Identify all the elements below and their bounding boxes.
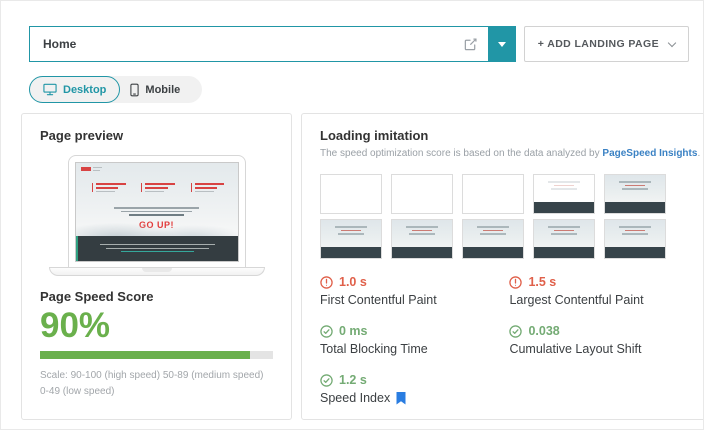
preview-columns: [91, 183, 228, 192]
page-speed-score-title: Page Speed Score: [40, 289, 154, 304]
loading-imitation-subtitle: The speed optimization score is based on…: [320, 148, 700, 159]
toggle-desktop[interactable]: Desktop: [29, 76, 121, 103]
preview-screenshot: GO UP!: [74, 162, 239, 262]
metric: 0 ms Total Blocking Time: [320, 324, 493, 356]
metric-label: Largest Contentful Paint: [509, 293, 644, 307]
loading-thumbnail: [462, 174, 524, 214]
desktop-icon: [43, 83, 57, 96]
preview-mountains: [75, 213, 238, 238]
page-preview-card: Page preview GO UP!: [21, 113, 292, 420]
metric-label: Speed Index: [320, 391, 391, 405]
loading-thumbnail: [391, 174, 453, 214]
status-icon: [320, 324, 333, 338]
metric-value: 1.5 s: [528, 275, 557, 289]
metric: 1.0 s First Contentful Paint: [320, 275, 493, 307]
metric: 1.2 s Speed Index: [320, 373, 493, 405]
metric-value: 1.0 s: [339, 275, 367, 289]
metrics-grid: 1.0 s First Contentful Paint 1.5 s Large…: [320, 275, 700, 405]
metric: 1.5 s Largest Contentful Paint: [509, 275, 700, 307]
pagespeed-insights-link[interactable]: PageSpeed Insights: [602, 148, 697, 159]
header: Home + ADD LANDING PAGE: [1, 1, 703, 62]
page-speed-dashboard: Home + ADD LANDING PAGE Desktop Mobile P…: [0, 0, 704, 430]
status-icon: [320, 373, 333, 387]
metric-label: Total Blocking Time: [320, 342, 428, 356]
main-content: Page preview GO UP!: [1, 103, 703, 420]
metric-value: 0 ms: [339, 324, 368, 338]
status-icon: [509, 324, 523, 338]
toggle-mobile[interactable]: Mobile: [120, 76, 190, 103]
toggle-mobile-label: Mobile: [145, 83, 181, 96]
loading-thumbnail: [604, 219, 666, 259]
device-toggle-row: Desktop Mobile: [1, 62, 703, 103]
chevron-down-icon: [497, 41, 506, 47]
metric-label: Cumulative Layout Shift: [509, 342, 642, 356]
laptop-screen-bezel: GO UP!: [67, 155, 246, 268]
page-select-dropdown-button[interactable]: [487, 26, 516, 62]
score-bar-fill: [40, 351, 250, 360]
score-scale-note: Scale: 90-100 (high speed) 50-89 (medium…: [40, 370, 264, 397]
laptop-mockup: GO UP!: [40, 155, 273, 276]
loading-thumbnail: [462, 219, 524, 259]
loading-imitation-title: Loading imitation: [320, 128, 429, 143]
preview-footer: [75, 235, 238, 261]
loading-thumbnail: [320, 219, 382, 259]
status-icon: [509, 275, 523, 289]
metric-value: 1.2 s: [339, 373, 367, 387]
loading-thumbnail: [533, 174, 595, 214]
toggle-desktop-label: Desktop: [63, 83, 107, 96]
page-preview-title: Page preview: [40, 128, 124, 143]
edit-page-icon[interactable]: [463, 37, 478, 52]
laptop-base: [48, 267, 265, 276]
loading-thumbnail: [604, 174, 666, 214]
subtitle-period: .: [697, 148, 701, 159]
loading-imitation-card: Loading imitation The speed optimization…: [301, 113, 703, 420]
metric-value: 0.038: [528, 324, 560, 338]
device-toggle: Desktop Mobile: [29, 76, 203, 103]
thumbnails-grid: [320, 174, 700, 259]
status-icon: [320, 275, 333, 289]
loading-thumbnail: [533, 219, 595, 259]
metric: 0.038 Cumulative Layout Shift: [509, 324, 700, 356]
landing-page-selector: Home: [29, 26, 516, 62]
add-landing-page-label: + ADD LANDING PAGE: [537, 38, 659, 50]
add-landing-page-button[interactable]: + ADD LANDING PAGE: [523, 26, 689, 62]
page-speed-score-value: 90%: [40, 306, 111, 345]
page-select-field[interactable]: Home: [29, 26, 488, 62]
bookmark-icon[interactable]: [396, 391, 406, 405]
chevron-down-icon: [667, 38, 677, 47]
subtitle-text: The speed optimization score is based on…: [320, 148, 603, 159]
metric-label: First Contentful Paint: [320, 293, 437, 307]
loading-thumbnail: [320, 174, 382, 214]
mobile-icon: [130, 83, 140, 96]
score-progress-bar: [40, 351, 273, 360]
selected-page-name: Home: [43, 37, 77, 51]
loading-thumbnail: [391, 219, 453, 259]
preview-logo: [80, 167, 102, 171]
